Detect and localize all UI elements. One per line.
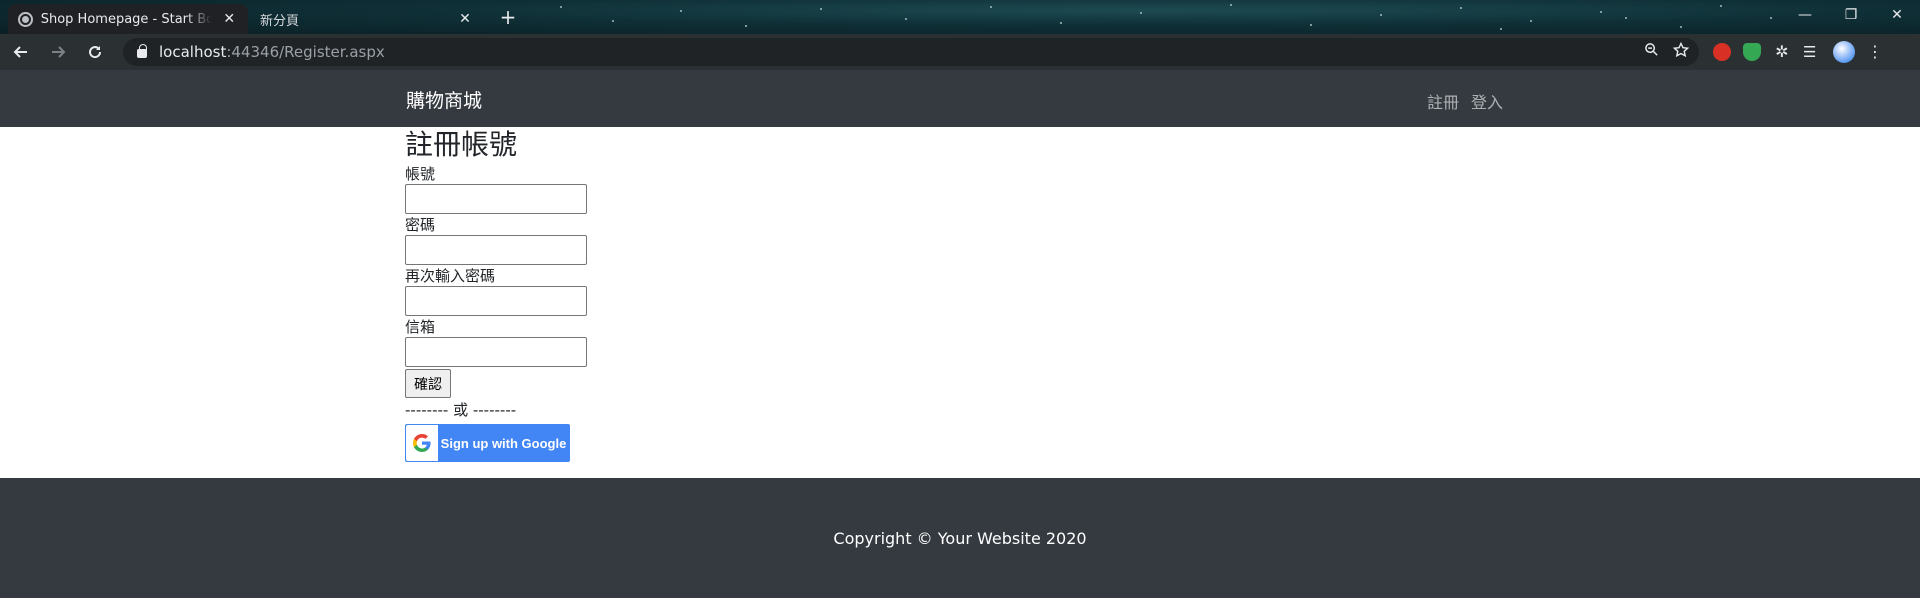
shield-extension-icon[interactable]	[1743, 43, 1761, 61]
navbar-brand[interactable]: 購物商城	[406, 86, 482, 113]
site-footer: Copyright © Your Website 2020	[0, 478, 1920, 598]
globe-icon	[18, 11, 33, 27]
register-form: 註冊帳號 帳號 密碼 再次輸入密碼 信箱 確認 -------- 或 -----…	[405, 127, 587, 462]
profile-avatar[interactable]	[1833, 41, 1855, 63]
nav-link-login[interactable]: 登入	[1471, 89, 1503, 113]
google-signup-button[interactable]: Sign up with Google	[405, 424, 570, 462]
forward-arrow-icon[interactable]	[42, 36, 74, 68]
back-arrow-icon[interactable]	[5, 36, 37, 68]
page-title: 註冊帳號	[405, 128, 518, 161]
nav-link-register[interactable]: 註冊	[1427, 89, 1459, 113]
google-signup-label: Sign up with Google	[440, 435, 567, 451]
close-tab-icon[interactable]: ✕	[456, 11, 474, 27]
or-divider: -------- 或 --------	[405, 401, 517, 419]
account-input[interactable]	[405, 184, 587, 214]
zoom-icon[interactable]	[1644, 42, 1659, 62]
tab-new-page[interactable]: 新分頁 ✕	[248, 4, 486, 34]
extension-icons: ✲ ☰ ⋮	[1713, 41, 1889, 63]
browser-tab-strip: Shop Homepage - Start Bootstrap ✕ 新分頁 ✕ …	[0, 0, 1920, 34]
reload-icon[interactable]	[79, 36, 111, 68]
restore-icon[interactable]: ❐	[1828, 0, 1874, 30]
navbar-links: 註冊 登入	[1427, 89, 1503, 113]
minimize-icon[interactable]: —	[1782, 0, 1828, 30]
address-bar[interactable]: localhost:44346/Register.aspx	[123, 38, 1699, 66]
tab-title: 新分頁	[260, 13, 300, 29]
email-input[interactable]	[405, 337, 587, 367]
window-controls: — ❐ ✕	[1782, 0, 1920, 30]
copyright-text: Copyright © Your Website 2020	[833, 528, 1087, 548]
new-tab-button[interactable]: +	[494, 5, 522, 29]
window-close-icon[interactable]: ✕	[1874, 0, 1920, 30]
reading-list-icon[interactable]: ☰	[1803, 43, 1821, 61]
tab-shop-homepage[interactable]: Shop Homepage - Start Bootstrap ✕	[8, 4, 248, 34]
account-label: 帳號	[405, 165, 436, 183]
browser-toolbar: localhost:44346/Register.aspx ✲ ☰ ⋮	[0, 34, 1920, 70]
google-logo-icon	[406, 425, 438, 461]
password-input[interactable]	[405, 235, 587, 265]
url-host: localhost	[159, 43, 227, 61]
tab-title: Shop Homepage - Start Bootstrap	[40, 11, 213, 27]
confirm-button[interactable]: 確認	[405, 369, 451, 398]
star-bookmark-icon[interactable]	[1672, 41, 1690, 62]
confirm-password-label: 再次輸入密碼	[405, 267, 496, 285]
email-label: 信箱	[405, 318, 436, 336]
chrome-menu-icon[interactable]: ⋮	[1867, 43, 1883, 61]
extensions-puzzle-icon[interactable]: ✲	[1773, 43, 1791, 61]
lock-icon	[137, 44, 147, 58]
confirm-password-input[interactable]	[405, 286, 587, 316]
url-text: localhost:44346/Register.aspx	[159, 43, 385, 61]
close-tab-icon[interactable]: ✕	[220, 11, 238, 27]
site-navbar: 購物商城 註冊 登入	[0, 70, 1920, 127]
url-path: :44346/Register.aspx	[226, 43, 385, 61]
adblock-extension-icon[interactable]	[1713, 43, 1731, 61]
password-label: 密碼	[405, 216, 436, 234]
